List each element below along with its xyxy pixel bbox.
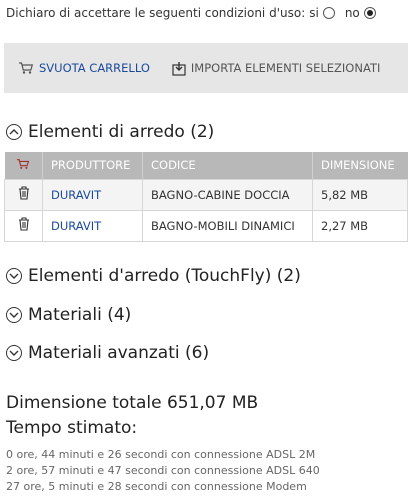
chevron-down-icon <box>6 307 22 323</box>
cart-table: PRODUTTORE CODICE DIMENSIONE DURAVIT BAG… <box>4 152 408 242</box>
terms-yes-label: si <box>309 6 319 20</box>
import-selected-button[interactable]: IMPORTA ELEMENTI SELEZIONATI <box>172 61 380 76</box>
code-cell: BAGNO-MOBILI DINAMICI <box>142 209 313 242</box>
total-size: Dimensione totale 651,07 MB <box>6 393 259 413</box>
table-header-row: PRODUTTORE CODICE DIMENSIONE <box>4 152 408 179</box>
header-cart-column <box>4 152 43 179</box>
import-icon <box>172 61 186 76</box>
delete-row-button[interactable] <box>4 209 43 242</box>
producer-cell[interactable]: DURAVIT <box>42 209 143 242</box>
section-title: Elementi di arredo (2) <box>28 122 215 142</box>
section-advanced-materials[interactable]: Materiali avanzati (6) <box>6 343 209 363</box>
delete-row-button[interactable] <box>4 178 43 211</box>
section-title: Materiali avanzati (6) <box>28 343 210 363</box>
cart-icon <box>18 61 34 75</box>
terms-no-radio[interactable] <box>363 7 376 19</box>
estimate-line: 0 ore, 44 minuti e 26 secondi con connes… <box>6 448 316 461</box>
terms-question: Dichiaro di accettare le seguenti condiz… <box>6 6 306 20</box>
header-producer[interactable]: PRODUTTORE <box>42 152 143 179</box>
estimated-time-title: Tempo stimato: <box>6 418 138 438</box>
chevron-down-icon <box>6 268 22 284</box>
estimate-line: 27 ore, 5 minuti e 28 secondi con connes… <box>6 480 307 493</box>
size-cell: 2,27 MB <box>312 209 408 242</box>
cart-toolbar: SVUOTA CARRELLO IMPORTA ELEMENTI SELEZIO… <box>4 43 408 93</box>
cart-icon <box>17 158 30 169</box>
header-size[interactable]: DIMENSIONE <box>312 152 408 179</box>
terms-no-label: no <box>344 6 360 20</box>
section-touchfly-elements[interactable]: Elementi d'arredo (TouchFly) (2) <box>6 266 301 286</box>
producer-cell[interactable]: DURAVIT <box>42 178 143 211</box>
terms-acceptance: Dichiaro di accettare le seguenti condiz… <box>6 6 376 20</box>
trash-icon <box>18 186 29 200</box>
estimated-times-list: 0 ore, 44 minuti e 26 secondi con connes… <box>6 447 320 495</box>
section-materials[interactable]: Materiali (4) <box>6 305 131 325</box>
table-row: DURAVIT BAGNO-MOBILI DINAMICI 2,27 MB <box>4 209 408 242</box>
empty-cart-button[interactable]: SVUOTA CARRELLO <box>18 61 150 75</box>
header-code[interactable]: CODICE <box>142 152 313 179</box>
empty-cart-label: SVUOTA CARRELLO <box>39 61 150 75</box>
code-cell: BAGNO-CABINE DOCCIA <box>142 178 313 211</box>
section-title: Materiali (4) <box>28 305 132 325</box>
terms-yes-radio[interactable] <box>322 7 335 19</box>
trash-icon <box>18 217 29 231</box>
section-furniture-elements[interactable]: Elementi di arredo (2) <box>6 122 214 142</box>
table-row: DURAVIT BAGNO-CABINE DOCCIA 5,82 MB <box>4 178 408 211</box>
size-cell: 5,82 MB <box>312 178 408 211</box>
section-title: Elementi d'arredo (TouchFly) (2) <box>28 266 301 286</box>
estimate-line: 2 ore, 57 minuti e 47 secondi con connes… <box>6 464 320 477</box>
import-selected-label: IMPORTA ELEMENTI SELEZIONATI <box>190 61 381 75</box>
chevron-down-icon <box>6 345 22 361</box>
chevron-up-icon <box>6 124 22 140</box>
